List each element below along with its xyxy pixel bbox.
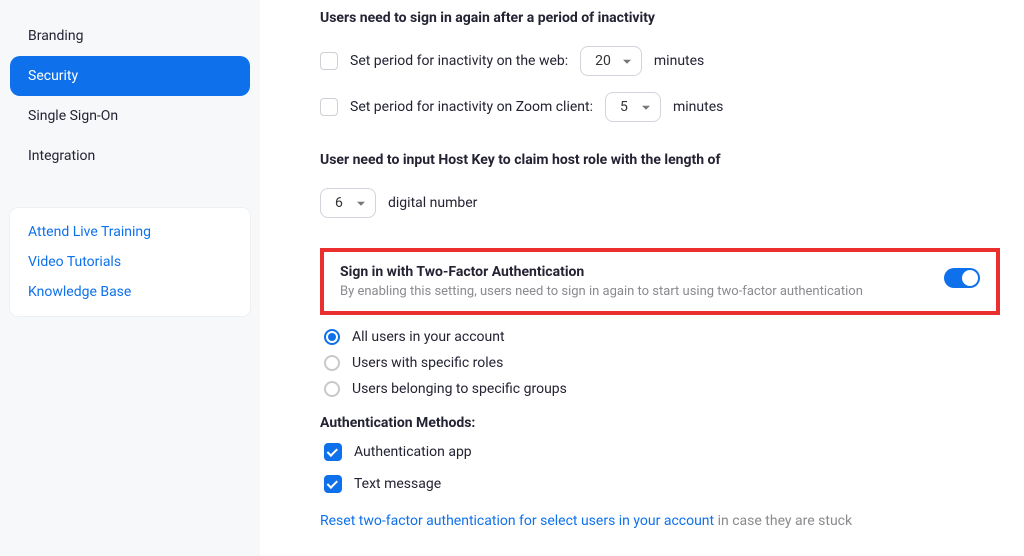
inactivity-section: Users need to sign in again after a peri… [320, 10, 1000, 122]
inactivity-client-select[interactable]: 5 [605, 92, 661, 122]
inactivity-web-row: Set period for inactivity on the web: 20… [320, 46, 1000, 76]
hostkey-suffix: digital number [388, 195, 477, 211]
tfa-title: Sign in with Two-Factor Authentication [340, 264, 863, 280]
tfa-scope-all-users-row: All users in your account [320, 329, 1000, 345]
help-link-tutorials[interactable]: Video Tutorials [28, 254, 232, 270]
chevron-down-icon [642, 106, 650, 110]
tfa-scope-all-users-radio[interactable] [324, 329, 340, 345]
tfa-reset-suffix-text: in case they are stuck [718, 513, 852, 529]
inactivity-web-label: Set period for inactivity on the web: [350, 53, 568, 69]
main-content: Users need to sign in again after a peri… [260, 0, 1024, 556]
tfa-method-text-checkbox[interactable] [324, 475, 342, 493]
hostkey-value: 6 [335, 195, 343, 211]
tfa-method-app-label: Authentication app [354, 444, 472, 460]
sidebar: Branding Security Single Sign-On Integra… [0, 0, 260, 556]
tfa-method-app-row: Authentication app [320, 443, 1000, 461]
hostkey-select[interactable]: 6 [320, 188, 376, 218]
tfa-scope-groups-label: Users belonging to specific groups [352, 381, 567, 397]
tfa-reset-row: Reset two-factor authentication for sele… [320, 513, 1000, 529]
sidebar-item-branding[interactable]: Branding [10, 16, 250, 56]
sidebar-item-security[interactable]: Security [10, 56, 250, 96]
help-link-training[interactable]: Attend Live Training [28, 224, 232, 240]
inactivity-client-suffix: minutes [673, 99, 723, 115]
tfa-toggle[interactable] [944, 268, 980, 288]
inactivity-web-suffix: minutes [654, 53, 704, 69]
inactivity-client-label: Set period for inactivity on Zoom client… [350, 99, 593, 115]
sidebar-nav: Branding Security Single Sign-On Integra… [10, 16, 250, 176]
hostkey-row: 6 digital number [320, 188, 1000, 218]
inactivity-web-checkbox[interactable] [320, 52, 338, 70]
sidebar-item-integration[interactable]: Integration [10, 136, 250, 176]
chevron-down-icon [357, 202, 365, 206]
hostkey-heading: User need to input Host Key to claim hos… [320, 152, 1000, 168]
toggle-knob [962, 270, 978, 286]
inactivity-web-select[interactable]: 20 [580, 46, 642, 76]
tfa-method-app-checkbox[interactable] [324, 443, 342, 461]
tfa-scope-roles-radio[interactable] [324, 355, 340, 371]
tfa-scope-groups-row: Users belonging to specific groups [320, 381, 1000, 397]
tfa-method-text-label: Text message [354, 476, 441, 492]
inactivity-web-value: 20 [595, 53, 611, 69]
tfa-method-text-row: Text message [320, 475, 1000, 493]
tfa-highlight-box: Sign in with Two-Factor Authentication B… [320, 248, 1000, 315]
inactivity-heading: Users need to sign in again after a peri… [320, 10, 1000, 26]
inactivity-client-value: 5 [620, 99, 628, 115]
tfa-methods-heading: Authentication Methods: [320, 415, 1000, 431]
tfa-text: Sign in with Two-Factor Authentication B… [340, 264, 863, 299]
tfa-scope-groups-radio[interactable] [324, 381, 340, 397]
hostkey-section: User need to input Host Key to claim hos… [320, 152, 1000, 218]
inactivity-client-row: Set period for inactivity on Zoom client… [320, 92, 1000, 122]
tfa-reset-link[interactable]: Reset two-factor authentication for sele… [320, 513, 714, 529]
tfa-description: By enabling this setting, users need to … [340, 284, 863, 299]
tfa-scope-roles-row: Users with specific roles [320, 355, 1000, 371]
help-card: Attend Live Training Video Tutorials Kno… [10, 208, 250, 316]
tfa-scope-all-users-label: All users in your account [352, 329, 505, 345]
sidebar-item-single-sign-on[interactable]: Single Sign-On [10, 96, 250, 136]
inactivity-client-checkbox[interactable] [320, 98, 338, 116]
chevron-down-icon [623, 60, 631, 64]
tfa-scope-roles-label: Users with specific roles [352, 355, 503, 371]
help-link-knowledge-base[interactable]: Knowledge Base [28, 284, 232, 300]
